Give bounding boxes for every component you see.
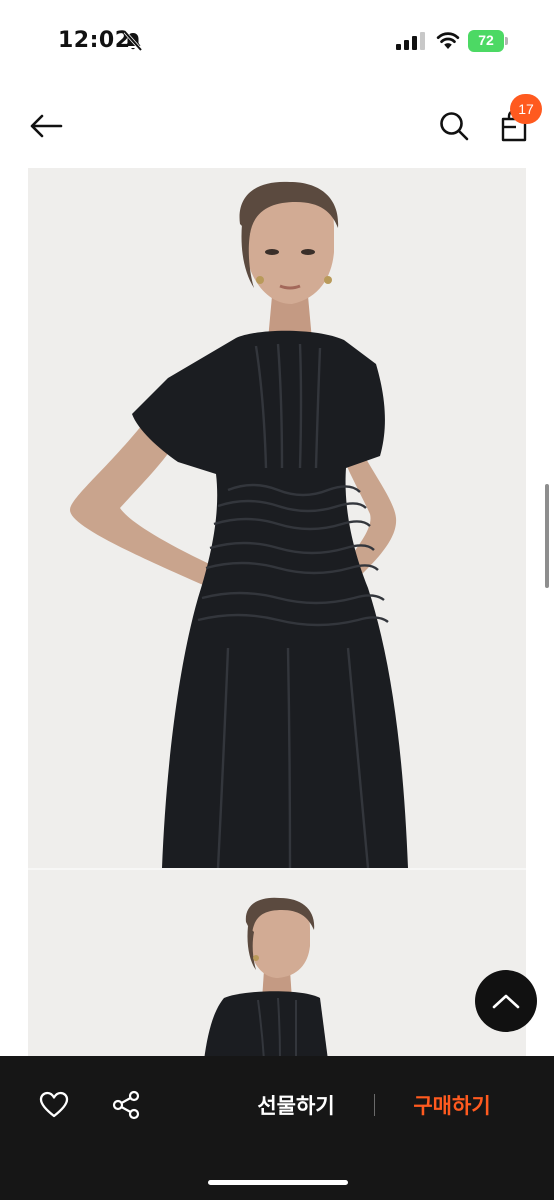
product-photo-1 [28,168,526,868]
bottom-action-bar: 선물하기 구매하기 [0,1056,554,1200]
status-time: 12:02 [58,28,131,53]
battery-percent: 72 [478,32,494,48]
gift-button[interactable]: 선물하기 [238,1084,354,1126]
share-button[interactable] [108,1088,144,1122]
product-image[interactable] [28,168,526,868]
home-indicator[interactable] [208,1180,348,1185]
wishlist-button[interactable] [36,1088,72,1122]
status-bar: 12:02 72 [0,0,554,84]
chevron-up-icon [492,994,520,1009]
back-arrow-icon [30,114,63,138]
search-icon [440,112,469,141]
action-divider [374,1094,375,1116]
share-icon [112,1090,140,1120]
signal-icon [396,32,425,50]
product-image-2[interactable] [28,870,526,1060]
product-photo-2 [28,870,526,1060]
cart-count-badge: 17 [510,94,542,124]
wifi-icon [436,32,460,49]
battery-tip [505,37,508,45]
heart-icon [39,1091,69,1118]
scrollbar[interactable] [545,484,549,588]
battery-icon: 72 [468,30,510,52]
bell-off-icon [123,30,143,52]
search-button[interactable] [434,106,474,146]
top-navigation [0,84,554,168]
back-button[interactable] [24,106,68,146]
buy-button[interactable]: 구매하기 [394,1084,510,1126]
scroll-to-top-button[interactable] [475,970,537,1032]
